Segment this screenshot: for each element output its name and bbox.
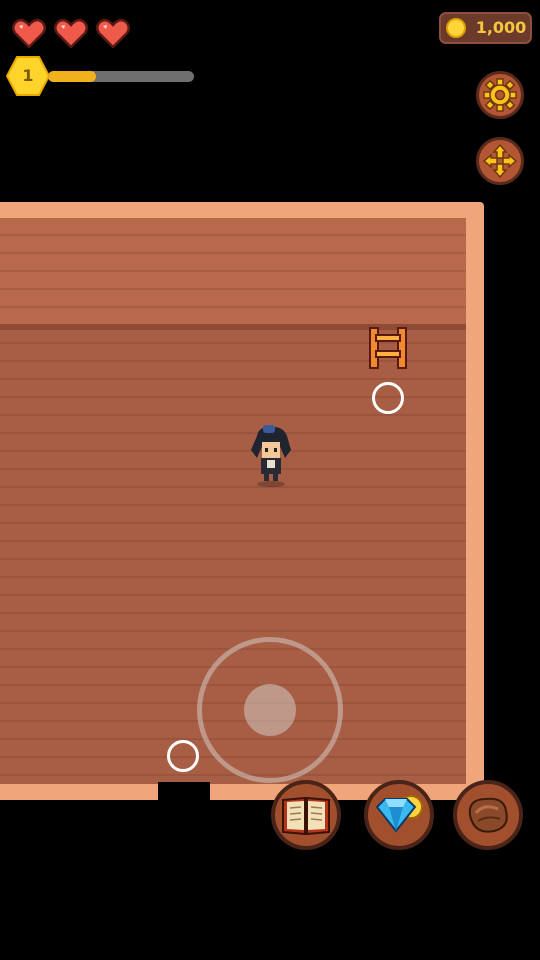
- room-doorway[interactable]: [158, 782, 210, 804]
- heart-icon: [54, 18, 88, 48]
- xp-progress-bar: [48, 71, 194, 82]
- coin-amount: 1,000: [475, 18, 527, 37]
- exit-marker[interactable]: [167, 740, 199, 772]
- interaction-marker[interactable]: [372, 382, 404, 414]
- level-badge: 1: [6, 56, 50, 96]
- heart-icon: [12, 18, 46, 48]
- back-wall: [0, 218, 466, 330]
- gear-icon: [483, 78, 517, 112]
- coin-counter: 1,000: [439, 12, 532, 44]
- settings-button[interactable]: [476, 71, 524, 119]
- heart-icon: [96, 18, 130, 48]
- move-arrows-icon: [483, 144, 517, 178]
- gem-coin-icon: [375, 795, 423, 833]
- joystick-knob[interactable]: [244, 684, 296, 736]
- wooden-chair[interactable]: [368, 327, 408, 371]
- xp-progress-fill: [48, 71, 97, 82]
- coin-icon: [446, 18, 466, 38]
- level-number: 1: [22, 66, 34, 85]
- move-mode-button[interactable]: [476, 137, 524, 185]
- journal-button[interactable]: [271, 780, 341, 850]
- inventory-button[interactable]: [453, 780, 523, 850]
- leather-bag-icon: [468, 797, 508, 833]
- shop-button[interactable]: [364, 780, 434, 850]
- hearts-display: [12, 18, 130, 48]
- player-character[interactable]: [247, 424, 295, 488]
- book-icon: [282, 796, 330, 836]
